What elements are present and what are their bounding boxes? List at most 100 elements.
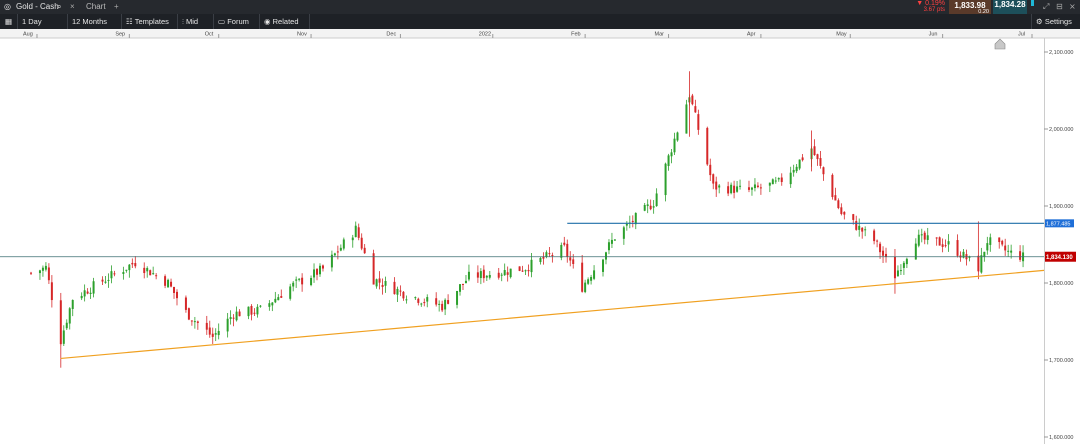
candle-bull xyxy=(89,292,92,294)
candle-bull xyxy=(986,243,989,251)
candle-bull xyxy=(339,247,342,251)
buy-price-button[interactable]: 1,834.28 xyxy=(993,0,1027,14)
candle-bull xyxy=(313,269,316,278)
trendline[interactable] xyxy=(60,269,1045,360)
candle-bear xyxy=(935,237,938,239)
candle-bear xyxy=(697,114,700,130)
candle-bull xyxy=(655,193,658,207)
candle-bull xyxy=(83,290,86,297)
candle-bull xyxy=(426,297,429,302)
minimize-icon[interactable]: ⤢ xyxy=(1043,0,1049,14)
candle-bull xyxy=(152,273,155,275)
tab-chart[interactable]: Chart xyxy=(86,0,106,14)
candle-bull xyxy=(38,270,41,274)
candle-bull xyxy=(646,204,649,207)
candle-bear xyxy=(527,269,530,272)
close-window-icon[interactable]: × xyxy=(1069,0,1076,14)
candle-bear xyxy=(250,305,253,315)
candle-bull xyxy=(652,206,655,208)
candle-bear xyxy=(30,272,33,274)
resistance-price-label: 1,877.485 xyxy=(1046,221,1070,227)
layout-grid-icon[interactable]: ▦ xyxy=(0,14,18,29)
candle-bull xyxy=(670,152,673,157)
candle-bear xyxy=(715,181,718,190)
candle-bull xyxy=(256,306,259,315)
candle-bear xyxy=(747,187,750,190)
candle-bull xyxy=(590,276,593,281)
candle-bull xyxy=(41,267,44,271)
candle-bear xyxy=(649,205,652,210)
candle-bull xyxy=(420,303,423,305)
range-label: 12 Months xyxy=(72,17,108,26)
candle-bull xyxy=(333,253,336,256)
candle-bear xyxy=(813,146,816,156)
close-tab-icon[interactable]: × xyxy=(70,0,75,14)
candle-bear xyxy=(363,247,366,254)
search-icon[interactable]: ⌕ xyxy=(57,0,61,14)
scroll-to-latest-icon[interactable] xyxy=(994,38,1006,50)
candle-bear xyxy=(840,207,843,214)
sell-price-button[interactable]: 1,833.98 0.20 xyxy=(949,0,991,15)
candle-bull xyxy=(80,295,83,299)
restore-icon[interactable]: ⊟ xyxy=(1056,0,1063,14)
candle-bull xyxy=(896,270,899,277)
candle-bull xyxy=(858,225,861,230)
candle-bull xyxy=(384,280,387,286)
candle-bull xyxy=(318,265,321,275)
x-tick-label: May xyxy=(836,32,847,38)
candle-bull xyxy=(902,262,905,268)
eye-icon: ◉ xyxy=(264,17,271,26)
y-tick-label: 2,100.000 xyxy=(1049,50,1073,56)
candle-bull xyxy=(146,268,149,272)
add-tab-icon[interactable]: + xyxy=(114,0,119,14)
candle-bull xyxy=(354,225,357,238)
candle-bull xyxy=(167,279,170,288)
candle-bull xyxy=(914,243,917,260)
candle-bull xyxy=(905,258,908,265)
candle-bear xyxy=(393,281,396,295)
candle-bear xyxy=(143,267,146,274)
candle-bear xyxy=(879,243,882,253)
title-bar: ◎ Gold - Cash ⌕ × Chart + ▼ 0.19% 3.67 p… xyxy=(0,0,1080,15)
candle-bear xyxy=(780,177,783,183)
x-tick-label: Nov xyxy=(297,32,307,38)
candle-bull xyxy=(771,179,774,185)
candle-bull xyxy=(792,169,795,173)
candle-bull xyxy=(926,235,929,240)
x-tick-label: Sep xyxy=(115,32,125,38)
interval-select[interactable]: 1 Day xyxy=(18,14,68,29)
candle-bull xyxy=(342,239,345,249)
candle-bear xyxy=(149,270,152,276)
forum-button[interactable]: ▭ Forum xyxy=(214,14,260,29)
candle-bear xyxy=(727,186,730,194)
candle-bull xyxy=(405,299,408,301)
candle-bull xyxy=(1010,250,1013,253)
candle-bull xyxy=(1007,250,1010,252)
mid-label: Mid xyxy=(185,17,199,26)
mid-button[interactable]: ⫶ Mid xyxy=(178,14,214,29)
candle-bear xyxy=(956,240,959,256)
candle-bull xyxy=(438,303,441,305)
candle-bull xyxy=(444,299,447,310)
settings-label: Settings xyxy=(1044,17,1072,26)
candle-bull xyxy=(110,271,113,279)
candle-bull xyxy=(798,159,801,169)
candle-bull xyxy=(795,166,798,172)
candle-bear xyxy=(232,317,235,319)
range-select[interactable]: 12 Months xyxy=(68,14,122,29)
settings-button[interactable]: ⚙ Settings xyxy=(1031,14,1080,29)
candle-bull xyxy=(456,290,459,305)
candle-bear xyxy=(759,187,762,189)
candle-bear xyxy=(360,237,363,249)
related-button[interactable]: ◉ Related xyxy=(260,14,310,29)
chart-toolbar: ▦ 1 Day 12 Months ☷ Templates ⫶ Mid ▭ Fo… xyxy=(0,14,1080,29)
price-chart[interactable]: Aug Sep Oct Nov Dec 2022 Feb Mar Apr May Jun Jul 2,… xyxy=(0,29,1080,444)
candle-bull xyxy=(643,205,646,211)
templates-button[interactable]: ☷ Templates xyxy=(122,14,178,29)
candle-bull xyxy=(947,241,950,245)
candle-bear xyxy=(566,243,569,257)
candle-bear xyxy=(506,272,509,275)
candle-bear xyxy=(417,298,420,303)
candle-bull xyxy=(459,284,462,292)
candle-bull xyxy=(485,275,488,278)
